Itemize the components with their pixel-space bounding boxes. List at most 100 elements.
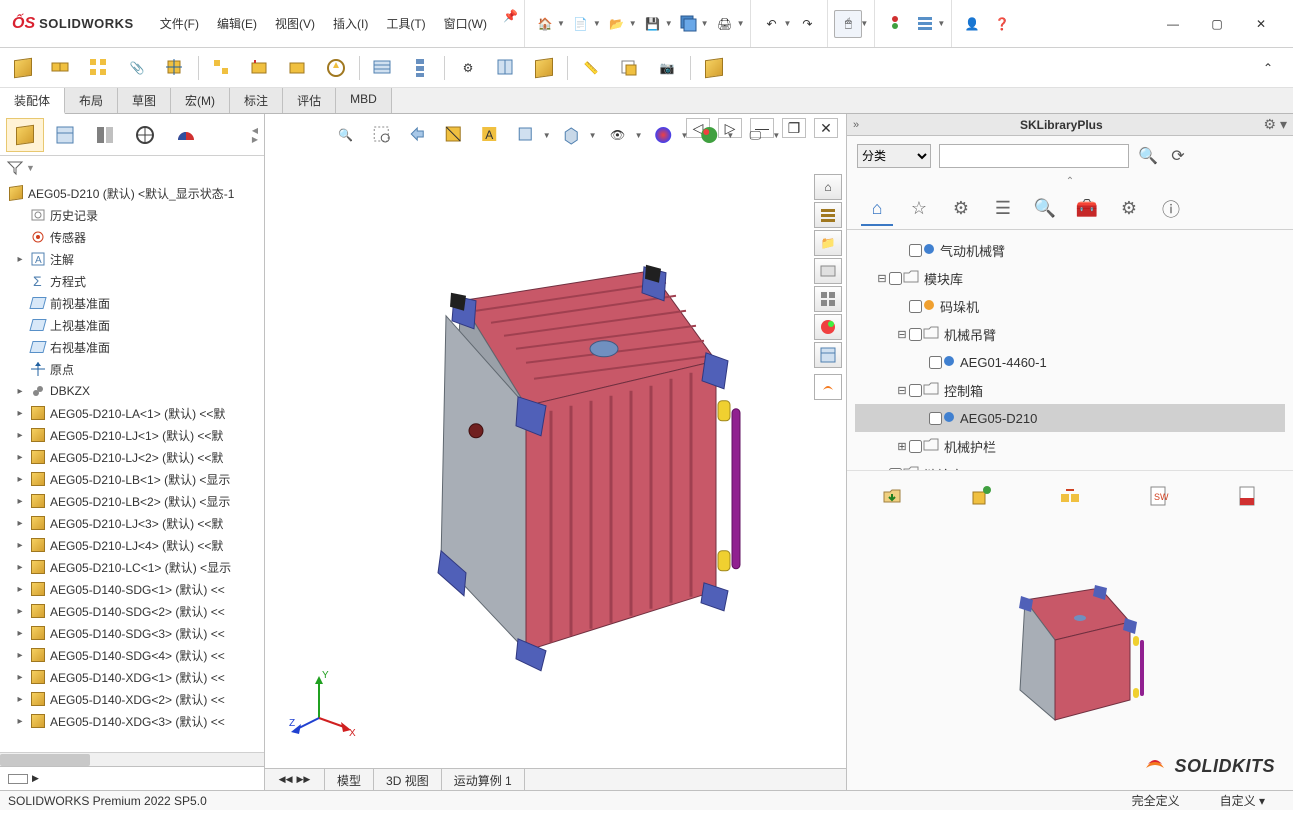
- library-tree[interactable]: 气动机械臂⊟模块库码垛机⊟机械吊臂AEG01-4460-1⊟控制箱AEG05-D…: [847, 230, 1293, 470]
- file-explorer-button[interactable]: [814, 258, 842, 284]
- library-tree-row[interactable]: 码垛机: [855, 292, 1285, 320]
- large-assembly-button[interactable]: [529, 53, 559, 83]
- tree-caret-icon[interactable]: ▸: [14, 430, 26, 441]
- instant3d-button[interactable]: [491, 53, 521, 83]
- zoom-fit-button[interactable]: 🔍: [331, 120, 361, 150]
- tree-caret-icon[interactable]: ▸: [14, 562, 26, 573]
- tree-row[interactable]: 上视基准面: [0, 314, 264, 336]
- import-button[interactable]: [876, 480, 908, 512]
- tree-row[interactable]: ▸AEG05-D210-LC<1> (默认) <显示: [0, 556, 264, 578]
- solidkits-pane-button[interactable]: [814, 374, 842, 400]
- library-tree-row[interactable]: ⊟机械吊臂: [855, 320, 1285, 348]
- traffic-light-icon[interactable]: [881, 10, 909, 38]
- lib-tab-config[interactable]: ⚙: [945, 194, 977, 226]
- menu-window[interactable]: 窗口(W): [436, 9, 495, 38]
- new-motion-button[interactable]: [321, 53, 351, 83]
- library-tree-row[interactable]: ⊞链轮库: [855, 460, 1285, 470]
- assembly-features-button[interactable]: [245, 53, 275, 83]
- tree-row[interactable]: ▸AEG05-D210-LJ<4> (默认) <<默: [0, 534, 264, 556]
- move-component-button[interactable]: [160, 53, 190, 83]
- smart-fastener-button[interactable]: 📎: [122, 53, 152, 83]
- mate-button[interactable]: [46, 53, 76, 83]
- dropdown-caret-icon[interactable]: ▼: [772, 131, 780, 140]
- lib-tab-settings[interactable]: ⚙: [1113, 194, 1145, 226]
- home-pane-button[interactable]: ⌂: [814, 174, 842, 200]
- dropdown-caret-icon[interactable]: ▼: [701, 19, 709, 28]
- linear-pattern-button[interactable]: [84, 53, 114, 83]
- tree-caret-icon[interactable]: ⊟: [875, 272, 889, 285]
- undo-button[interactable]: ↶: [757, 10, 785, 38]
- measure-button[interactable]: 📏: [576, 53, 606, 83]
- tree-caret-icon[interactable]: ▸: [14, 474, 26, 485]
- tree-checkbox[interactable]: [909, 328, 922, 341]
- save-button[interactable]: 💾: [639, 10, 667, 38]
- tree-caret-icon[interactable]: ⊟: [895, 328, 909, 341]
- tab-macro[interactable]: 宏(M): [171, 88, 230, 113]
- dropdown-caret-icon[interactable]: ▼: [629, 19, 637, 28]
- section-view-button[interactable]: [439, 120, 469, 150]
- menu-file[interactable]: 文件(F): [152, 9, 207, 38]
- bom-button[interactable]: [368, 53, 398, 83]
- tree-row[interactable]: Σ方程式: [0, 270, 264, 292]
- tree-row[interactable]: 原点: [0, 358, 264, 380]
- tree-caret-icon[interactable]: ▸: [14, 452, 26, 463]
- pin-icon[interactable]: 📌: [497, 9, 524, 38]
- menu-insert[interactable]: 插入(I): [325, 9, 376, 38]
- tree-caret-icon[interactable]: ▸: [14, 496, 26, 507]
- dropdown-caret-icon[interactable]: ▼: [589, 131, 597, 140]
- new-button[interactable]: 📄: [567, 10, 595, 38]
- dropdown-caret-icon[interactable]: ▼: [557, 19, 565, 28]
- library-tree-row[interactable]: ⊟模块库: [855, 264, 1285, 292]
- tree-checkbox[interactable]: [929, 412, 942, 425]
- tree-checkbox[interactable]: [909, 384, 922, 397]
- view-settings-button[interactable]: 🖵: [740, 120, 770, 150]
- user-button[interactable]: 👤: [958, 10, 986, 38]
- lib-tab-favorite[interactable]: ☆: [903, 194, 935, 226]
- tree-caret-icon[interactable]: ▸: [14, 518, 26, 529]
- tree-row[interactable]: ▸A注解: [0, 248, 264, 270]
- tree-caret-icon[interactable]: ▸: [14, 628, 26, 639]
- display-style-button[interactable]: [557, 120, 587, 150]
- config-manager-tab[interactable]: [86, 118, 124, 152]
- lib-tab-home[interactable]: ⌂: [861, 194, 893, 226]
- tree-row[interactable]: ▸AEG05-D140-XDG<2> (默认) <<: [0, 688, 264, 710]
- filter-icon[interactable]: [6, 159, 24, 177]
- feature-tree[interactable]: AEG05-D210 (默认) <默认_显示状态-1 历史记录传感器▸A注解Σ方…: [0, 180, 264, 752]
- tree-row[interactable]: 前视基准面: [0, 292, 264, 314]
- scroll-left-icon[interactable]: ◀: [252, 126, 258, 135]
- dropdown-caret-icon[interactable]: ▼: [937, 19, 945, 28]
- tree-caret-icon[interactable]: ▸: [14, 716, 26, 727]
- exploded-view-button[interactable]: [406, 53, 436, 83]
- dropdown-caret-icon[interactable]: ▼: [860, 19, 868, 28]
- viewport[interactable]: ◁ ▷ — ❐ ✕ 🔍 A ▼ ▼ 👁▼ ▼ ▼ 🖵▼ ⌂ 📁: [265, 114, 846, 790]
- dynamic-annotation-button[interactable]: A: [475, 120, 505, 150]
- tab-evaluate[interactable]: 评估: [283, 88, 336, 113]
- export-pdf-button[interactable]: [1232, 480, 1264, 512]
- tree-row[interactable]: ▸DBKZX: [0, 380, 264, 402]
- apply-scene-button[interactable]: [694, 120, 724, 150]
- dropdown-caret-icon[interactable]: ▼: [681, 131, 689, 140]
- tree-caret-icon[interactable]: ⊞: [895, 440, 909, 453]
- lib-tab-list[interactable]: ☰: [987, 194, 1019, 226]
- dimxpert-tab[interactable]: [126, 118, 164, 152]
- tab-model[interactable]: 模型: [325, 769, 374, 790]
- custom-props-button[interactable]: [814, 342, 842, 368]
- dropdown-caret-icon[interactable]: ▼: [726, 131, 734, 140]
- tree-checkbox[interactable]: [909, 440, 922, 453]
- view-palette-button[interactable]: [814, 286, 842, 312]
- dropdown-caret-icon[interactable]: ▼: [635, 131, 643, 140]
- library-tree-row[interactable]: ⊞机械护栏: [855, 432, 1285, 460]
- print-button[interactable]: 🖨: [711, 10, 739, 38]
- tree-row[interactable]: ▸AEG05-D140-XDG<3> (默认) <<: [0, 710, 264, 732]
- minimize-button[interactable]: —: [1155, 10, 1191, 38]
- tab-sketch[interactable]: 草图: [118, 88, 171, 113]
- search-icon[interactable]: 🔍: [1137, 145, 1159, 167]
- options-button[interactable]: [911, 10, 939, 38]
- tree-caret-icon[interactable]: ▸: [14, 694, 26, 705]
- lib-tab-toolbox[interactable]: 🧰: [1071, 194, 1103, 226]
- dropdown-caret-icon[interactable]: ▼: [593, 19, 601, 28]
- show-hidden-button[interactable]: [207, 53, 237, 83]
- edit-appearance-button[interactable]: [649, 120, 679, 150]
- tab-3dview[interactable]: 3D 视图: [374, 769, 442, 790]
- tree-caret-icon[interactable]: ▸: [14, 606, 26, 617]
